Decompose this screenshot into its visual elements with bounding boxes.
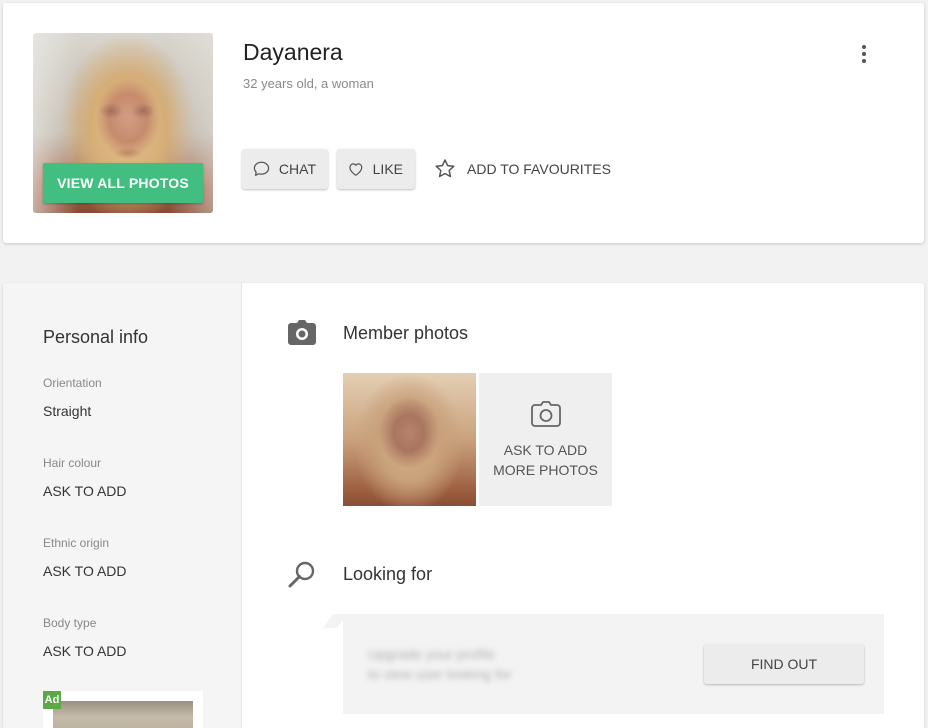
orientation-value: Straight bbox=[43, 403, 92, 419]
view-all-photos-button[interactable]: VIEW ALL PHOTOS bbox=[43, 163, 203, 203]
favourites-label: ADD TO FAVOURITES bbox=[467, 161, 611, 177]
ad-badge: Ad bbox=[43, 691, 61, 709]
hair-colour-value[interactable]: ASK TO ADD bbox=[43, 483, 127, 499]
body-type-value[interactable]: ASK TO ADD bbox=[43, 643, 127, 659]
body-type-label: Body type bbox=[43, 616, 97, 630]
ad-image[interactable] bbox=[53, 701, 193, 728]
chat-bubble-icon bbox=[253, 161, 270, 176]
heart-icon bbox=[349, 163, 363, 176]
ethnic-origin-label: Ethnic origin bbox=[43, 536, 110, 550]
like-button[interactable]: LIKE bbox=[337, 149, 415, 189]
more-vertical-icon[interactable] bbox=[853, 41, 875, 67]
ask-to-add-more-photos-button[interactable]: ASK TO ADD MORE PHOTOS bbox=[479, 373, 612, 506]
profile-name: Dayanera bbox=[243, 39, 343, 65]
camera-icon bbox=[288, 320, 316, 345]
profile-avatar[interactable]: VIEW ALL PHOTOS bbox=[33, 33, 213, 213]
looking-for-blurred-line2: to view user looking for bbox=[368, 666, 512, 682]
find-out-button[interactable]: FIND OUT bbox=[704, 644, 864, 684]
profile-age-gender: 32 years old, a woman bbox=[243, 76, 374, 91]
profile-details-card: Personal info Orientation Straight Hair … bbox=[3, 283, 924, 728]
ask-more-line1: ASK TO ADD bbox=[503, 441, 588, 458]
member-photos-title: Member photos bbox=[343, 323, 469, 343]
member-photo-thumbnail[interactable] bbox=[343, 373, 476, 506]
star-icon bbox=[435, 159, 455, 178]
looking-for-blurred-line1: Upgrade your profile bbox=[368, 646, 495, 662]
looking-for-title: Looking for bbox=[343, 564, 433, 584]
chat-button[interactable]: CHAT bbox=[242, 149, 328, 189]
search-icon bbox=[288, 561, 315, 588]
looking-for-box: Upgrade your profile to view user lookin… bbox=[343, 614, 884, 714]
personal-info-sidebar: Personal info Orientation Straight Hair … bbox=[3, 283, 242, 728]
like-label: LIKE bbox=[372, 161, 403, 177]
profile-header-card: VIEW ALL PHOTOS Dayanera 32 years old, a… bbox=[3, 3, 924, 243]
ethnic-origin-value[interactable]: ASK TO ADD bbox=[43, 563, 127, 579]
orientation-label: Orientation bbox=[43, 376, 102, 390]
advertisement[interactable]: Ad bbox=[43, 691, 203, 728]
camera-icon bbox=[530, 400, 561, 427]
hair-colour-label: Hair colour bbox=[43, 456, 102, 470]
chat-label: CHAT bbox=[278, 161, 316, 177]
add-to-favourites-button[interactable]: ADD TO FAVOURITES bbox=[433, 149, 611, 189]
ask-more-line2: MORE PHOTOS bbox=[493, 461, 598, 478]
personal-info-title: Personal info bbox=[43, 327, 149, 347]
